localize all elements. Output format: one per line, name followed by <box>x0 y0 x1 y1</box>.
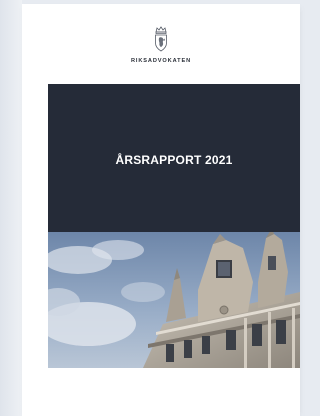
org-name: RIKSADVOKATEN <box>130 58 192 64</box>
cover-photo <box>48 232 300 368</box>
viewer-margin <box>0 0 22 416</box>
logo: RIKSADVOKATEN <box>22 26 300 64</box>
title-block: ÅRSRAPPORT 2021 <box>48 84 300 232</box>
coat-of-arms-icon <box>155 26 167 52</box>
report-title: ÅRSRAPPORT 2021 <box>115 153 233 167</box>
document-page: RIKSADVOKATEN ÅRSRAPPORT 2021 <box>22 4 300 416</box>
